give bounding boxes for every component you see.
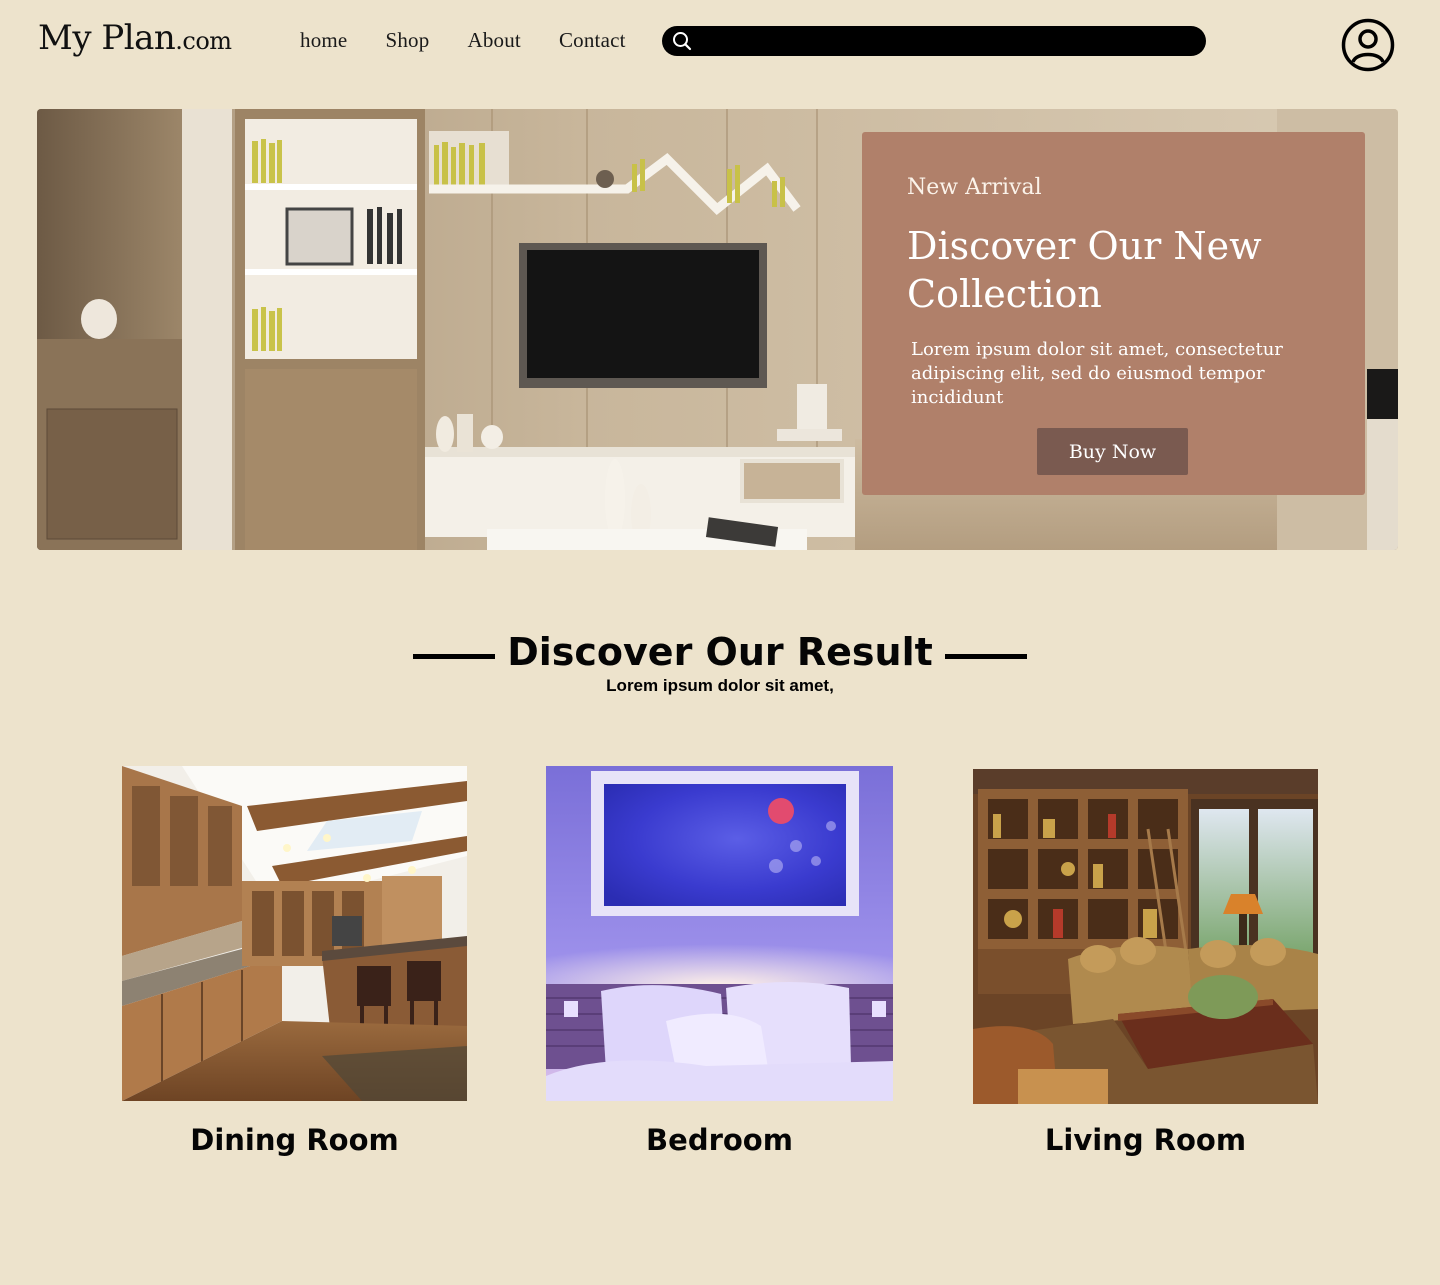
search-bar bbox=[662, 26, 1206, 56]
section-title: Discover Our Result bbox=[507, 630, 933, 674]
buy-now-button[interactable]: Buy Now bbox=[1037, 428, 1188, 475]
logo-suffix: .com bbox=[175, 27, 232, 55]
section-subtitle: Lorem ipsum dolor sit amet, bbox=[606, 676, 834, 695]
search-icon[interactable] bbox=[671, 30, 693, 52]
room-card-bedroom[interactable]: Bedroom bbox=[546, 766, 893, 1157]
dining-room-image bbox=[122, 766, 467, 1101]
hero-body-text: Lorem ipsum dolor sit amet, consectetur … bbox=[911, 339, 1283, 408]
site-logo[interactable]: My Plan.com bbox=[38, 18, 232, 58]
nav-contact-link[interactable]: Contact bbox=[559, 28, 626, 53]
room-label-bedroom: Bedroom bbox=[646, 1123, 793, 1157]
hero-kicker: New Arrival bbox=[907, 175, 1042, 200]
living-room-image bbox=[973, 769, 1318, 1104]
nav-about-link[interactable]: About bbox=[467, 28, 521, 53]
bedroom-image bbox=[546, 766, 893, 1101]
nav-shop-link[interactable]: Shop bbox=[385, 28, 429, 53]
hero-banner: New Arrival Discover Our New Collection … bbox=[37, 109, 1398, 550]
search-input[interactable] bbox=[693, 26, 1206, 56]
hero-promo-card: New Arrival Discover Our New Collection … bbox=[862, 132, 1365, 495]
hero-headline: Discover Our New Collection bbox=[907, 224, 1262, 316]
room-label-living: Living Room bbox=[1044, 1123, 1247, 1157]
nav-home-link[interactable]: home bbox=[300, 28, 347, 53]
main-nav: home Shop About Contact bbox=[300, 28, 626, 53]
user-account-icon[interactable] bbox=[1341, 18, 1395, 72]
room-card-dining[interactable]: Dining Room bbox=[122, 766, 467, 1157]
logo-main: My Plan bbox=[38, 18, 176, 58]
room-card-living[interactable]: Living Room bbox=[973, 769, 1318, 1157]
room-label-dining: Dining Room bbox=[190, 1123, 399, 1157]
